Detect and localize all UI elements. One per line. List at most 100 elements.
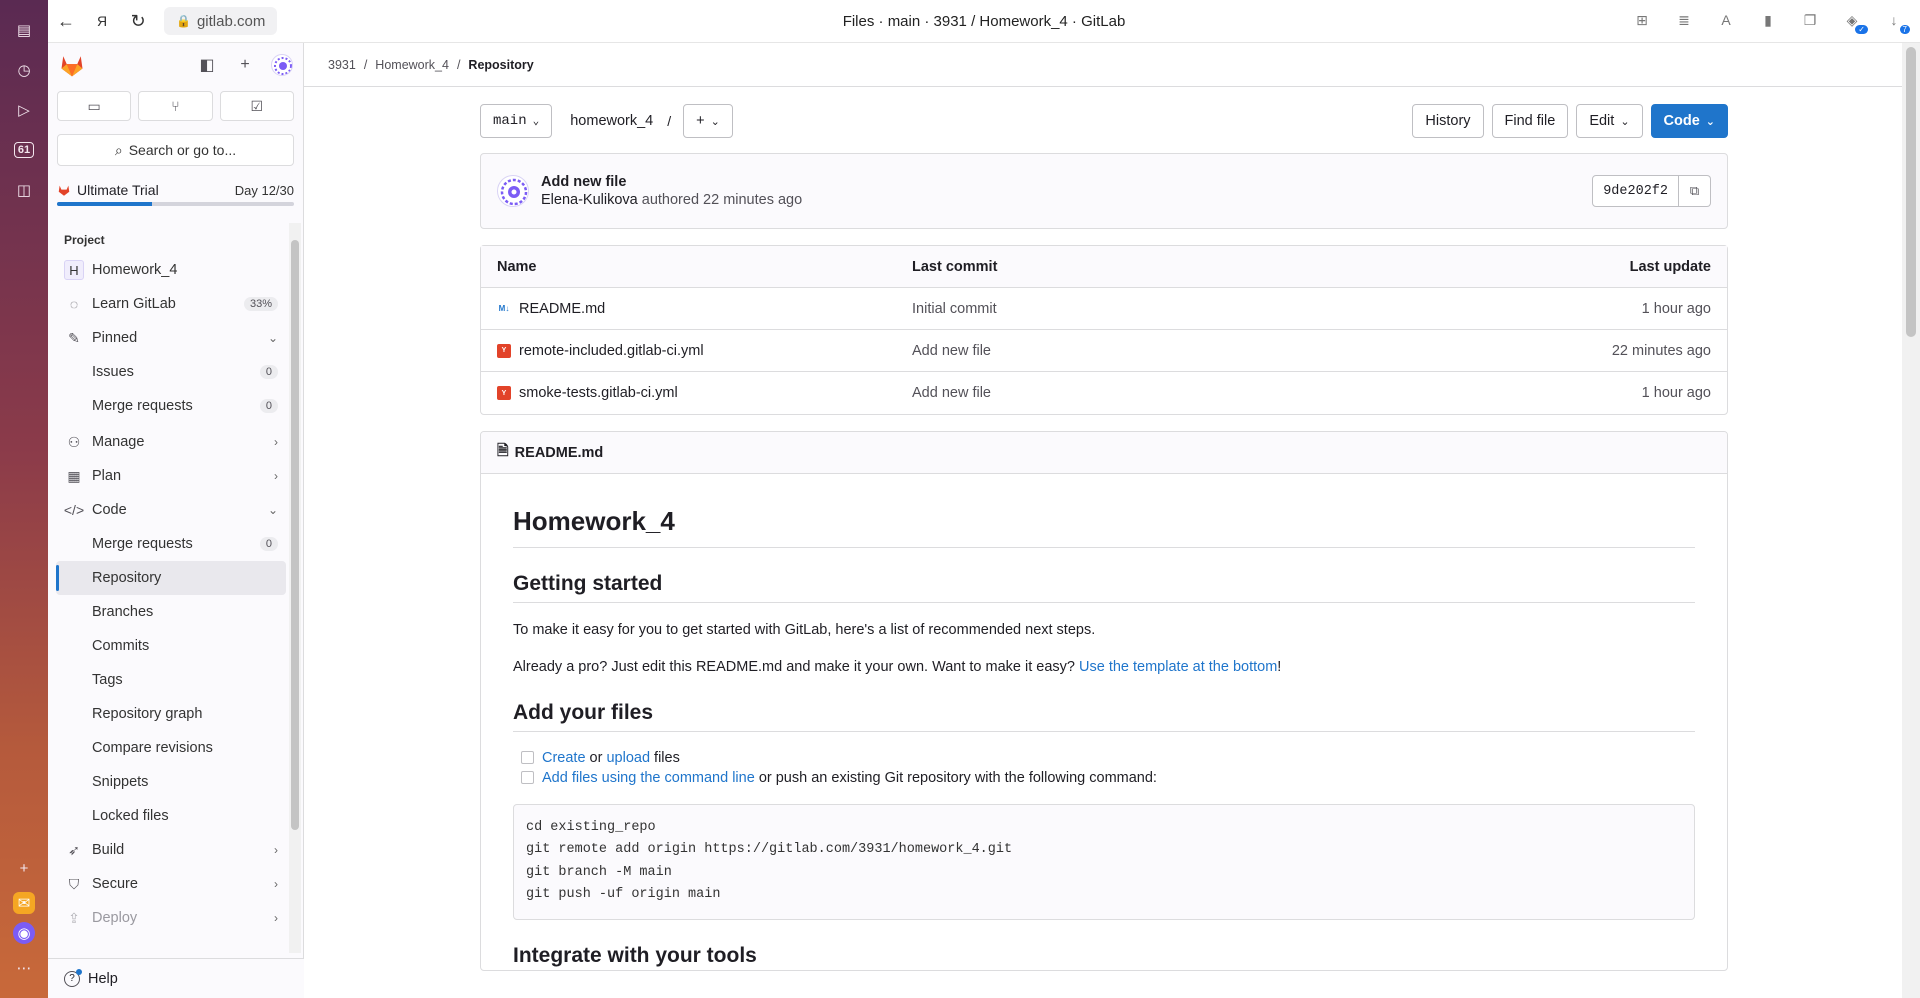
breadcrumb-current[interactable]: Repository	[468, 58, 533, 72]
copy-icon[interactable]: ⧉	[1679, 175, 1711, 207]
gitlab-logo-icon[interactable]	[58, 51, 86, 79]
table-header: Name Last commit Last update	[481, 246, 1727, 288]
sidebar-item-code-merge-requests[interactable]: Merge requests 0	[48, 527, 294, 561]
sidebar-item-merge-requests-pinned[interactable]: Merge requests 0	[48, 389, 294, 423]
page-scroll-thumb[interactable]	[1906, 47, 1916, 337]
sidebar-item-repository-graph[interactable]: Repository graph	[48, 697, 294, 731]
page-scrollbar[interactable]	[1902, 43, 1920, 998]
file-name[interactable]: remote-included.gitlab-ci.yml	[519, 343, 704, 359]
sidebar-item-repository[interactable]: Repository	[56, 561, 286, 595]
yandex-icon[interactable]: Я	[84, 3, 120, 39]
assigned-issues-icon[interactable]: ▭	[57, 91, 132, 121]
sidebar-item-code[interactable]: </> Code ⌄	[48, 493, 294, 527]
table-row[interactable]: M↓ README.md Initial commit 1 hour ago	[481, 288, 1727, 330]
branch-selector[interactable]: main ⌄	[480, 104, 553, 138]
users-icon: ⚇	[67, 433, 81, 450]
user-avatar[interactable]	[271, 54, 293, 76]
trial-widget[interactable]: Ultimate Trial Day 12/30	[57, 182, 294, 206]
commit-author[interactable]: Elena-Kulikova	[541, 192, 638, 208]
address-bar[interactable]: 🔒 gitlab.com	[164, 7, 278, 35]
assistant-icon[interactable]: ◉	[13, 922, 35, 944]
calendar-badge-icon[interactable]: 61	[8, 134, 40, 166]
upload-link[interactable]: upload	[606, 750, 650, 766]
add-panel-icon[interactable]: +	[8, 852, 40, 884]
gitlab-sidebar: ◧ + ▭ ⑂ ☑ ⌕ Search or go to... Ultimate …	[48, 43, 304, 998]
task-checkbox[interactable]	[521, 751, 534, 765]
code-line: git remote add origin https://gitlab.com…	[526, 842, 1013, 858]
markdown-file-icon: M↓	[498, 304, 510, 313]
reader-icon[interactable]: ≣	[1672, 6, 1696, 34]
sidebar-item-plan[interactable]: ▦ Plan ›	[48, 459, 294, 493]
sidebar-scroll-thumb[interactable]	[291, 240, 299, 830]
sidebar-item-deploy[interactable]: ⇪ Deploy ›	[48, 901, 294, 935]
history-button[interactable]: History	[1412, 104, 1484, 138]
table-row[interactable]: Ysmoke-tests.gitlab-ci.yml Add new file …	[481, 372, 1727, 414]
sidebar-item-compare[interactable]: Compare revisions	[48, 731, 294, 765]
find-file-button[interactable]: Find file	[1491, 104, 1569, 138]
commit-sha[interactable]: 9de202f2	[1592, 175, 1679, 207]
help-button[interactable]: ? Help	[48, 958, 304, 998]
bookmarks-panel-icon[interactable]: ▤	[8, 14, 40, 46]
downloads-icon[interactable]: ↓ 7	[1882, 6, 1910, 34]
sidebar-item-build[interactable]: ➶ Build ›	[48, 833, 294, 867]
sidebar-item-snippets[interactable]: Snippets	[48, 765, 294, 799]
file-name[interactable]: smoke-tests.gitlab-ci.yml	[519, 385, 678, 401]
sidebar-item-project[interactable]: H Homework_4	[48, 253, 294, 287]
reload-icon[interactable]: ↻	[120, 3, 156, 39]
sidebar-item-commits[interactable]: Commits	[48, 629, 294, 663]
chevron-right-icon: ›	[274, 469, 278, 483]
sidebar-item-pinned[interactable]: ✎ Pinned ⌄	[48, 321, 294, 355]
sidebar-scrollbar[interactable]	[289, 223, 301, 953]
code-button[interactable]: Code ⌄	[1650, 104, 1728, 138]
extensions-icon[interactable]: ⊞	[1630, 6, 1654, 34]
file-commit[interactable]: Initial commit	[912, 301, 1327, 317]
bookmark-icon[interactable]: ▮	[1756, 6, 1780, 34]
path-separator: /	[667, 113, 672, 129]
repo-path[interactable]: homework_4	[570, 113, 653, 129]
shield-icon: ⛉	[68, 875, 80, 892]
template-link[interactable]: Use the template at the bottom	[1079, 659, 1277, 675]
mail-icon[interactable]: ✉	[13, 892, 35, 914]
merge-requests-icon[interactable]: ⑂	[138, 91, 213, 121]
search-button[interactable]: ⌕ Search or go to...	[57, 134, 294, 166]
commit-author-avatar[interactable]	[497, 175, 529, 207]
collapse-sidebar-icon[interactable]: ◧	[195, 53, 219, 77]
sidebar-item-branches[interactable]: Branches	[48, 595, 294, 629]
breadcrumb-project[interactable]: Homework_4	[375, 58, 449, 72]
todo-list-icon[interactable]: ☑	[219, 91, 294, 121]
more-icon[interactable]: ⋯	[8, 952, 40, 984]
trial-label: Ultimate Trial	[77, 182, 159, 198]
collections-icon[interactable]: ❐	[1798, 6, 1822, 34]
sidebar-item-learn[interactable]: ◌ Learn GitLab 33%	[48, 287, 294, 321]
sidebar-item-secure[interactable]: ⛉ Secure ›	[48, 867, 294, 901]
create-link[interactable]: Create	[542, 750, 586, 766]
file-commit[interactable]: Add new file	[912, 343, 1327, 359]
table-row[interactable]: Yremote-included.gitlab-ci.yml Add new f…	[481, 330, 1727, 372]
code-line: cd existing_repo	[526, 819, 656, 835]
sidebar-item-tags[interactable]: Tags	[48, 663, 294, 697]
document-icon: 🗎	[497, 443, 509, 459]
yaml-file-icon: Y	[497, 343, 511, 358]
sidebar-item-issues[interactable]: Issues 0	[48, 355, 294, 389]
screenshot-icon[interactable]: ◫	[8, 174, 40, 206]
sidebar-item-locked-files[interactable]: Locked files	[48, 799, 294, 833]
command-line-link[interactable]: Add files using the command line	[542, 770, 755, 786]
translate-icon[interactable]: A	[1714, 6, 1738, 34]
history-icon[interactable]: ◷	[8, 54, 40, 86]
chevron-right-icon: ›	[274, 435, 278, 449]
edit-button[interactable]: Edit ⌄	[1576, 104, 1643, 138]
file-name[interactable]: README.md	[519, 301, 605, 317]
video-icon[interactable]: ▷	[8, 94, 40, 126]
file-commit[interactable]: Add new file	[912, 385, 1327, 401]
protect-icon[interactable]: ◈ ✓	[1840, 6, 1868, 34]
breadcrumb-group[interactable]: 3931	[328, 58, 356, 72]
chevron-right-icon: ›	[274, 911, 278, 925]
trial-day: Day 12/30	[234, 182, 294, 198]
commit-title[interactable]: Add new file	[541, 174, 802, 190]
task-checkbox[interactable]	[521, 771, 534, 785]
sidebar-item-manage[interactable]: ⚇ Manage ›	[48, 425, 294, 459]
back-icon[interactable]: ←	[48, 3, 84, 39]
create-new-icon[interactable]: +	[233, 53, 257, 77]
add-to-tree-button[interactable]: + ⌄	[683, 104, 733, 138]
chevron-down-icon: ⌄	[1620, 115, 1630, 128]
